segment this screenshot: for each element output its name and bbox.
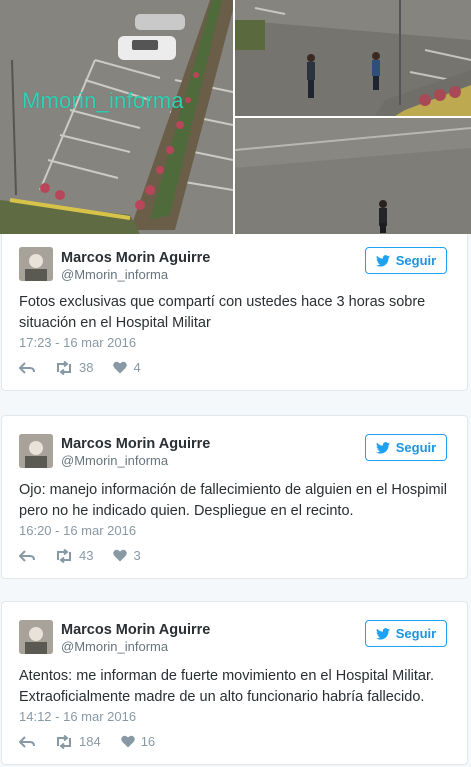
heart-icon <box>113 361 128 374</box>
tweet-actions: 43 3 <box>19 548 161 563</box>
tweet-timestamp[interactable]: 16:20 - 16 mar 2016 <box>19 523 136 538</box>
avatar-image <box>19 247 53 281</box>
retweet-count: 38 <box>79 360 94 375</box>
author-handle[interactable]: @Mmorin_informa <box>61 453 168 468</box>
tweet-text-line: Atentos: me informan de fuerte movimient… <box>19 668 435 684</box>
reply-icon <box>19 735 35 748</box>
street-image-top <box>235 0 471 116</box>
retweet-button[interactable]: 184 <box>55 734 101 749</box>
parking-lot-photo[interactable]: Mmorin_informa <box>0 0 233 234</box>
bird-icon <box>375 441 390 454</box>
retweet-icon <box>57 360 71 375</box>
reply-icon <box>19 361 35 374</box>
avatar[interactable] <box>19 620 53 654</box>
like-button[interactable]: 4 <box>113 360 141 375</box>
like-count: 16 <box>140 734 156 749</box>
tweet-text-line: situación en el Hospital Militar <box>19 315 211 331</box>
watermark-text: Mmorin_informa <box>22 88 184 113</box>
follow-button[interactable]: Seguir <box>365 247 447 274</box>
avatar[interactable] <box>19 247 53 281</box>
reply-button[interactable] <box>19 735 35 749</box>
retweet-button[interactable]: 38 <box>55 360 93 375</box>
street-photo-bottom[interactable] <box>235 118 471 234</box>
tweet-text-line: pero no he indicado quien. Despliegue en… <box>19 503 354 519</box>
follow-button[interactable]: Seguir <box>365 434 447 461</box>
author-name[interactable]: Marcos Morin Aguirre <box>61 622 210 638</box>
like-count: 3 <box>133 548 141 563</box>
follow-label: Seguir <box>395 253 437 268</box>
tweet-card: Marcos Morin Aguirre @Mmorin_informa Seg… <box>1 415 468 579</box>
photo-collage[interactable]: Mmorin_informa <box>0 0 471 234</box>
retweet-button[interactable]: 43 <box>55 548 93 563</box>
tweet-timestamp[interactable]: 14:12 - 16 mar 2016 <box>19 709 136 724</box>
avatar[interactable] <box>19 434 53 468</box>
bird-icon <box>375 254 390 267</box>
street-photo-top[interactable] <box>235 0 471 116</box>
tweet-card: Marcos Morin Aguirre @Mmorin_informa Seg… <box>1 234 468 391</box>
follow-button[interactable]: Seguir <box>365 620 447 647</box>
tweet-actions: 38 4 <box>19 360 161 375</box>
street-image-bottom <box>235 118 471 234</box>
tweet-text-line: Extraoficialmente madre de un alto funci… <box>19 689 425 705</box>
retweet-icon <box>57 734 71 749</box>
follow-label: Seguir <box>395 626 437 641</box>
author-handle[interactable]: @Mmorin_informa <box>61 639 168 654</box>
retweet-icon <box>57 548 71 563</box>
tweet-text-line: Fotos exclusivas que compartí con ustede… <box>19 294 426 310</box>
reply-button[interactable] <box>19 361 35 375</box>
author-handle[interactable]: @Mmorin_informa <box>61 267 168 282</box>
tweet-text: Fotos exclusivas que compartí con ustede… <box>19 292 454 334</box>
reply-button[interactable] <box>19 549 35 563</box>
tweet-card: Marcos Morin Aguirre @Mmorin_informa Seg… <box>1 601 468 765</box>
heart-icon <box>120 735 135 748</box>
like-button[interactable]: 3 <box>113 548 141 563</box>
tweet-actions: 184 16 <box>19 734 175 749</box>
tweet-text: Atentos: me informan de fuerte movimient… <box>19 666 454 708</box>
reply-icon <box>19 549 35 562</box>
like-button[interactable]: 16 <box>120 734 156 749</box>
parking-lot-image <box>0 0 233 234</box>
like-count: 4 <box>133 360 141 375</box>
avatar-image <box>19 620 53 654</box>
tweet-text: Ojo: manejo información de fallecimiento… <box>19 480 454 522</box>
retweet-count: 184 <box>79 734 101 749</box>
bird-icon <box>375 627 390 640</box>
author-name[interactable]: Marcos Morin Aguirre <box>61 436 210 452</box>
author-name[interactable]: Marcos Morin Aguirre <box>61 250 210 266</box>
heart-icon <box>113 549 128 562</box>
avatar-image <box>19 434 53 468</box>
tweet-text-line: Ojo: manejo información de fallecimiento… <box>19 482 447 498</box>
retweet-count: 43 <box>79 548 94 563</box>
tweet-timestamp[interactable]: 17:23 - 16 mar 2016 <box>19 335 136 350</box>
follow-label: Seguir <box>395 440 437 455</box>
